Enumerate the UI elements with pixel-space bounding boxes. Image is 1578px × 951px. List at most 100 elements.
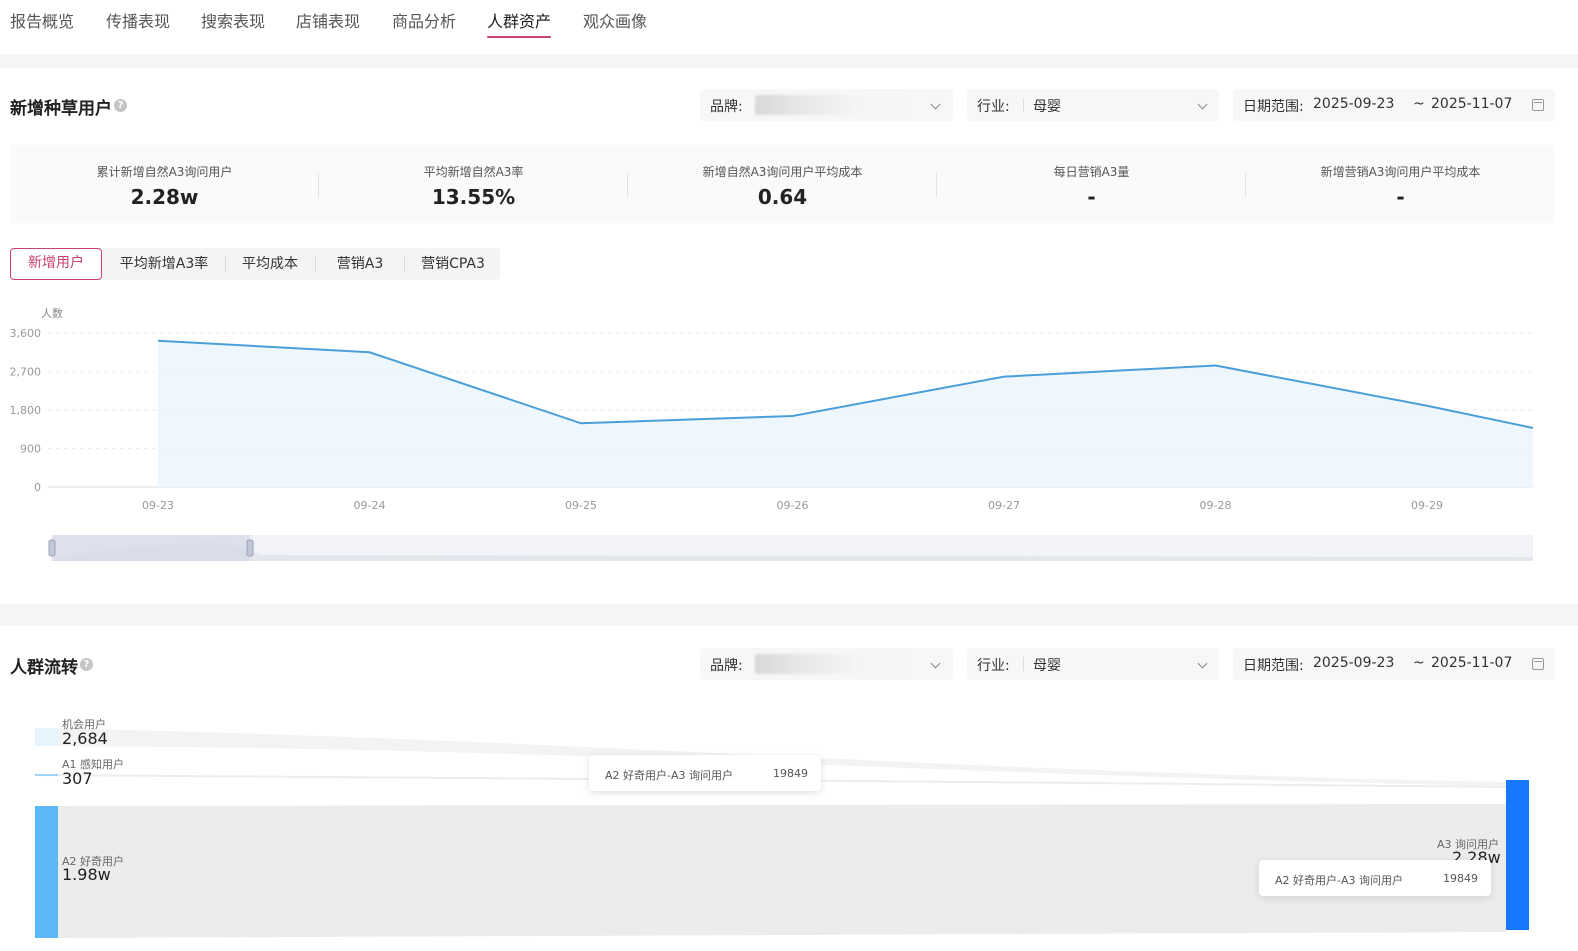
tab-store-performance[interactable]: 店铺表现 xyxy=(296,8,360,32)
kpi-label: 平均新增自然A3率 xyxy=(423,165,524,179)
kpi-label: 新增营销A3询问用户平均成本 xyxy=(1320,165,1481,179)
section-title-new-users: 新增种草用户 xyxy=(10,99,112,119)
date-range-filter[interactable]: 日期范围: 2025-09-23 ~ 2025-11-07 xyxy=(1233,89,1555,121)
date-separator: ~ xyxy=(1413,96,1425,112)
brand-filter-label: 品牌: xyxy=(710,99,743,115)
kpi-value: 13.55% xyxy=(431,185,516,209)
kpi-card: 每日营销A3量 - xyxy=(937,145,1246,223)
chevron-down-icon xyxy=(930,658,941,669)
node-a1-users[interactable] xyxy=(35,774,58,776)
y-tick-label: 3,600 xyxy=(10,327,42,340)
help-icon[interactable]: ? xyxy=(80,658,93,671)
y-tick-label: 2,700 xyxy=(10,366,42,379)
kpi-value: 0.64 xyxy=(757,185,808,209)
kpi-label: 累计新增自然A3询问用户 xyxy=(96,165,233,179)
y-tick-label: 0 xyxy=(34,481,41,494)
kpi-label: 新增自然A3询问用户平均成本 xyxy=(702,165,863,179)
tab-spread-performance[interactable]: 传播表现 xyxy=(106,8,170,32)
tooltip-flow-name: A2 好奇用户-A3 询问用户 xyxy=(1275,874,1404,887)
industry-filter[interactable]: 行业: 母婴 xyxy=(967,648,1219,680)
date-end[interactable]: 2025-11-07 xyxy=(1431,96,1512,112)
y-tick-label: 1,800 xyxy=(10,404,42,417)
industry-filter[interactable]: 行业: 母婴 xyxy=(967,89,1219,121)
tab-report-overview[interactable]: 报告概览 xyxy=(10,8,74,32)
flow-tooltip: A2 好奇用户-A3 询问用户 19849 xyxy=(589,755,821,791)
x-tick-label: 09-23 xyxy=(142,499,174,512)
kpi-label: 每日营销A3量 xyxy=(1053,165,1130,179)
x-tick-label: 09-24 xyxy=(354,499,386,512)
brand-value-redacted xyxy=(755,95,905,115)
date-range-label: 日期范围: xyxy=(1243,99,1304,115)
chevron-down-icon xyxy=(1197,658,1208,669)
industry-filter-label: 行业: xyxy=(977,658,1010,674)
brand-filter[interactable]: 品牌: xyxy=(700,648,953,680)
chevron-down-icon xyxy=(930,99,941,110)
calendar-icon[interactable] xyxy=(1532,99,1544,111)
date-start[interactable]: 2025-09-23 xyxy=(1313,96,1394,112)
chart-tab-marketing-a3[interactable]: 营销A3 xyxy=(322,248,398,280)
chart-tab-avg-cost[interactable]: 平均成本 xyxy=(232,248,308,280)
kpi-value: 2.28w xyxy=(130,185,199,209)
kpi-summary: 累计新增自然A3询问用户 2.28w 平均新增自然A3率 13.55% 新增自然… xyxy=(10,145,1555,223)
zoom-handle-right[interactable] xyxy=(246,539,254,557)
y-axis-ticks: 3,600 2,700 1,800 900 0 xyxy=(10,327,42,494)
date-range-label: 日期范围: xyxy=(1243,658,1304,674)
node-a2-users[interactable] xyxy=(35,806,58,938)
x-tick-label: 09-29 xyxy=(1411,499,1443,512)
chart-tab-avg-a3-rate[interactable]: 平均新增A3率 xyxy=(110,248,218,280)
tab-divider xyxy=(315,257,316,271)
tooltip-flow-value: 19849 xyxy=(1443,872,1478,885)
x-tick-label: 09-25 xyxy=(565,499,597,512)
date-end[interactable]: 2025-11-07 xyxy=(1431,655,1512,671)
brand-filter-label: 品牌: xyxy=(710,658,743,674)
node-opportunity-users[interactable] xyxy=(35,728,58,746)
industry-value: 母婴 xyxy=(1033,99,1061,115)
series-area xyxy=(158,340,1533,487)
kpi-card: 平均新增自然A3率 13.55% xyxy=(319,145,628,223)
industry-value: 母婴 xyxy=(1033,658,1061,674)
brand-value-redacted xyxy=(755,654,905,674)
active-tab-indicator xyxy=(487,36,551,38)
y-tick-label: 900 xyxy=(20,443,41,456)
tooltip-flow-name: A2 好奇用户-A3 询问用户 xyxy=(605,769,734,782)
tab-divider xyxy=(225,257,226,271)
chart-metric-tabs: 新增用户 平均新增A3率 平均成本 营销A3 营销CPA3 xyxy=(10,248,500,280)
tooltip-flow-value: 19849 xyxy=(773,767,808,780)
kpi-card: 新增营销A3询问用户平均成本 - xyxy=(1246,145,1555,223)
kpi-value: - xyxy=(1396,185,1405,209)
date-start[interactable]: 2025-09-23 xyxy=(1313,655,1394,671)
section-divider xyxy=(0,604,1578,626)
filter-divider xyxy=(1023,657,1024,671)
chart-tab-marketing-cpa3[interactable]: 营销CPA3 xyxy=(410,248,496,280)
node-value-a1: 307 xyxy=(62,769,93,788)
date-separator: ~ xyxy=(1413,655,1425,671)
date-range-filter[interactable]: 日期范围: 2025-09-23 ~ 2025-11-07 xyxy=(1233,648,1555,680)
new-users-chart: 人数 3,600 2,700 1,800 900 0 09-23 09-24 09-25 09… xyxy=(10,307,1534,561)
audience-flow-sankey xyxy=(35,728,1529,938)
brand-filter[interactable]: 品牌: xyxy=(700,89,953,121)
node-value-opportunity: 2,684 xyxy=(62,729,108,748)
x-axis-ticks: 09-23 09-24 09-25 09-26 09-27 09-28 09-29 xyxy=(142,499,1443,512)
tab-search-performance[interactable]: 搜索表现 xyxy=(201,8,265,32)
help-icon[interactable]: ? xyxy=(114,99,127,112)
section-divider xyxy=(0,54,1578,68)
y-axis-label: 人数 xyxy=(41,307,63,320)
calendar-icon[interactable] xyxy=(1532,658,1544,670)
tab-viewer-profile[interactable]: 观众画像 xyxy=(583,8,647,32)
node-value-a2: 1.98w xyxy=(62,865,111,884)
node-a3-users[interactable] xyxy=(1506,780,1529,930)
flow-tooltip: A2 好奇用户-A3 询问用户 19849 xyxy=(1259,860,1491,896)
zoom-window[interactable] xyxy=(52,535,250,561)
x-tick-label: 09-28 xyxy=(1200,499,1232,512)
chevron-down-icon xyxy=(1197,99,1208,110)
filter-divider xyxy=(1023,98,1024,112)
x-tick-label: 09-27 xyxy=(988,499,1020,512)
tab-audience-assets[interactable]: 人群资产 xyxy=(487,8,551,32)
top-nav: 报告概览 传播表现 搜索表现 店铺表现 商品分析 人群资产 观众画像 xyxy=(0,0,1578,54)
zoom-handle-left[interactable] xyxy=(48,539,56,557)
tab-product-analysis[interactable]: 商品分析 xyxy=(392,8,456,32)
industry-filter-label: 行业: xyxy=(977,99,1010,115)
chart-tab-new-users[interactable]: 新增用户 xyxy=(10,248,102,280)
kpi-card: 累计新增自然A3询问用户 2.28w xyxy=(10,145,319,223)
tab-divider xyxy=(404,257,405,271)
